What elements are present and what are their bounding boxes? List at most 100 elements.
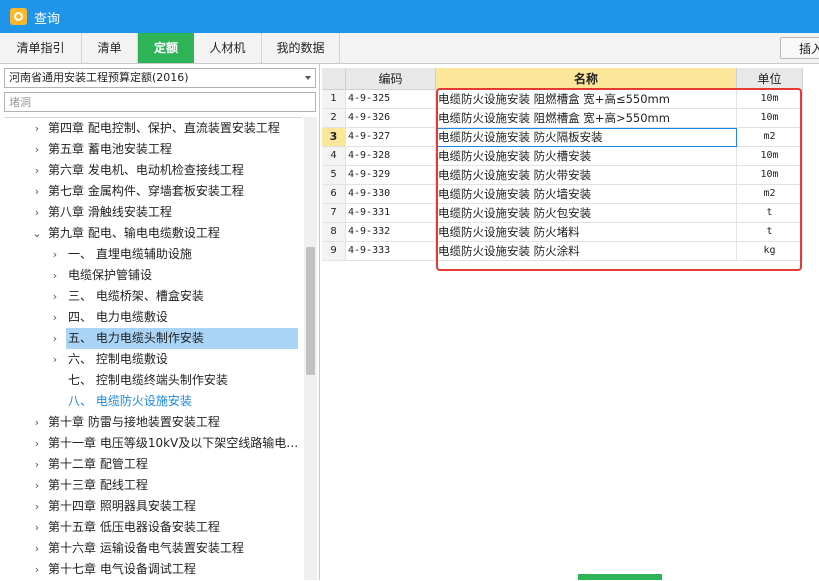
chevron-right-icon[interactable]: › bbox=[50, 307, 60, 328]
code-cell[interactable]: 4-9-327 bbox=[346, 128, 436, 147]
unit-cell[interactable]: t bbox=[737, 223, 803, 242]
row-number[interactable]: 2 bbox=[322, 109, 346, 128]
row-number[interactable]: 3 bbox=[322, 128, 346, 147]
tree-node[interactable]: › 一、 直埋电缆辅助设施 bbox=[4, 244, 302, 265]
chevron-right-icon[interactable]: › bbox=[32, 475, 42, 496]
row-number[interactable]: 8 bbox=[322, 223, 346, 242]
row-number[interactable]: 1 bbox=[322, 90, 346, 109]
unit-header[interactable]: 单位 bbox=[737, 68, 803, 90]
name-cell[interactable]: 电缆防火设施安装 防火涂料 bbox=[436, 242, 737, 261]
unit-cell[interactable]: 10m bbox=[737, 166, 803, 185]
tree-node[interactable]: › 电缆保护管铺设 bbox=[4, 265, 302, 286]
tree-node[interactable]: › 第八章 滑触线安装工程 bbox=[4, 202, 302, 223]
tree-node[interactable]: › 第十五章 低压电器设备安装工程 bbox=[4, 517, 302, 538]
tree-scrollbar[interactable] bbox=[304, 117, 317, 580]
chevron-right-icon[interactable]: › bbox=[32, 202, 42, 223]
table-row[interactable]: 6 4-9-330 电缆防火设施安装 防火墙安装 m2 bbox=[322, 185, 819, 204]
chevron-right-icon[interactable]: › bbox=[50, 244, 60, 265]
tab-3[interactable]: 定额 bbox=[138, 33, 194, 63]
scrollbar-thumb[interactable] bbox=[306, 247, 315, 375]
tab-2[interactable]: 清单 bbox=[82, 33, 138, 63]
tree-node[interactable]: › 三、 电缆桥架、槽盒安装 bbox=[4, 286, 302, 307]
tree-node[interactable]: › 第十四章 照明器具安装工程 bbox=[4, 496, 302, 517]
tree-node[interactable]: › 第十三章 配线工程 bbox=[4, 475, 302, 496]
unit-cell[interactable]: m2 bbox=[737, 185, 803, 204]
code-cell[interactable]: 4-9-331 bbox=[346, 204, 436, 223]
tab-4[interactable]: 人材机 bbox=[194, 33, 262, 63]
tree-node[interactable]: › 第十一章 电压等级10kV及以下架空线路输电… bbox=[4, 433, 302, 454]
tree-node[interactable]: › 四、 电力电缆敷设 bbox=[4, 307, 302, 328]
chevron-right-icon[interactable]: › bbox=[32, 139, 42, 160]
code-cell[interactable]: 4-9-330 bbox=[346, 185, 436, 204]
code-cell[interactable]: 4-9-329 bbox=[346, 166, 436, 185]
table-row[interactable]: 2 4-9-326 电缆防火设施安装 阻燃槽盒 宽+高>550mm 10m bbox=[322, 109, 819, 128]
code-cell[interactable]: 4-9-332 bbox=[346, 223, 436, 242]
code-cell[interactable]: 4-9-326 bbox=[346, 109, 436, 128]
table-row[interactable]: 5 4-9-329 电缆防火设施安装 防火带安装 10m bbox=[322, 166, 819, 185]
insert-button[interactable]: 插入 bbox=[780, 37, 819, 59]
unit-cell[interactable]: m2 bbox=[737, 128, 803, 147]
unit-cell[interactable]: kg bbox=[737, 242, 803, 261]
row-number[interactable]: 6 bbox=[322, 185, 346, 204]
tree-node[interactable]: › 第七章 金属构件、穿墙套板安装工程 bbox=[4, 181, 302, 202]
code-cell[interactable]: 4-9-328 bbox=[346, 147, 436, 166]
tree-node[interactable]: › 第十章 防雷与接地装置安装工程 bbox=[4, 412, 302, 433]
chevron-right-icon[interactable]: › bbox=[32, 496, 42, 517]
panel-resize-handle[interactable] bbox=[578, 574, 662, 580]
chevron-right-icon[interactable]: › bbox=[32, 118, 42, 139]
chevron-right-icon[interactable]: › bbox=[32, 160, 42, 181]
table-row[interactable]: 4 4-9-328 电缆防火设施安装 防火槽安装 10m bbox=[322, 147, 819, 166]
code-header[interactable]: 编码 bbox=[346, 68, 436, 90]
name-cell[interactable]: 电缆防火设施安装 阻燃槽盒 宽+高≤550mm bbox=[436, 90, 737, 109]
chevron-right-icon[interactable]: › bbox=[50, 328, 60, 349]
tree-node[interactable]: › 第四章 配电控制、保护、直流装置安装工程 bbox=[4, 118, 302, 139]
name-cell[interactable]: 电缆防火设施安装 防火包安装 bbox=[436, 204, 737, 223]
row-number[interactable]: 5 bbox=[322, 166, 346, 185]
table-row[interactable]: 1 4-9-325 电缆防火设施安装 阻燃槽盒 宽+高≤550mm 10m bbox=[322, 90, 819, 109]
quota-library-select[interactable]: 河南省通用安装工程预算定额(2016) bbox=[4, 68, 316, 88]
name-cell[interactable]: 电缆防火设施安装 防火隔板安装 bbox=[436, 128, 737, 147]
chevron-right-icon[interactable]: › bbox=[32, 181, 42, 202]
chevron-right-icon[interactable]: › bbox=[32, 538, 42, 559]
tree-node[interactable]: › 五、 电力电缆头制作安装 bbox=[4, 328, 302, 349]
name-cell[interactable]: 电缆防火设施安装 防火带安装 bbox=[436, 166, 737, 185]
tree-node[interactable]: 七、 控制电缆终端头制作安装 bbox=[4, 370, 302, 391]
chevron-down-icon[interactable]: ⌄ bbox=[32, 223, 42, 244]
chevron-right-icon[interactable]: › bbox=[32, 517, 42, 538]
name-cell[interactable]: 电缆防火设施安装 防火槽安装 bbox=[436, 147, 737, 166]
unit-cell[interactable]: 10m bbox=[737, 147, 803, 166]
chevron-right-icon[interactable]: › bbox=[32, 454, 42, 475]
tree-node[interactable]: › 第十二章 配管工程 bbox=[4, 454, 302, 475]
table-row[interactable]: 3 4-9-327 电缆防火设施安装 防火隔板安装 m2 bbox=[322, 128, 819, 147]
tree-node[interactable]: 八、 电缆防火设施安装 bbox=[4, 391, 302, 412]
unit-cell[interactable]: 10m bbox=[737, 109, 803, 128]
name-cell[interactable]: 电缆防火设施安装 防火堵料 bbox=[436, 223, 737, 242]
unit-cell[interactable]: t bbox=[737, 204, 803, 223]
table-row[interactable]: 8 4-9-332 电缆防火设施安装 防火堵料 t bbox=[322, 223, 819, 242]
chevron-right-icon[interactable]: › bbox=[50, 265, 60, 286]
tree-node[interactable]: › 第十七章 电气设备调试工程 bbox=[4, 559, 302, 580]
tree-node[interactable]: › 第十六章 运输设备电气装置安装工程 bbox=[4, 538, 302, 559]
table-row[interactable]: 7 4-9-331 电缆防火设施安装 防火包安装 t bbox=[322, 204, 819, 223]
chevron-right-icon[interactable]: › bbox=[50, 349, 60, 370]
tree-node[interactable]: › 第五章 蓄电池安装工程 bbox=[4, 139, 302, 160]
row-number[interactable]: 4 bbox=[322, 147, 346, 166]
row-number[interactable]: 7 bbox=[322, 204, 346, 223]
tree-node[interactable]: › 六、 控制电缆敷设 bbox=[4, 349, 302, 370]
row-number-header[interactable] bbox=[322, 68, 346, 90]
tab-5[interactable]: 我的数据 bbox=[262, 33, 340, 63]
tab-1[interactable]: 清单指引 bbox=[0, 33, 82, 63]
unit-cell[interactable]: 10m bbox=[737, 90, 803, 109]
code-cell[interactable]: 4-9-333 bbox=[346, 242, 436, 261]
name-cell[interactable]: 电缆防火设施安装 防火墙安装 bbox=[436, 185, 737, 204]
tree-node[interactable]: › 第六章 发电机、电动机检查接线工程 bbox=[4, 160, 302, 181]
chevron-right-icon[interactable]: › bbox=[32, 412, 42, 433]
search-input[interactable] bbox=[4, 92, 316, 112]
code-cell[interactable]: 4-9-325 bbox=[346, 90, 436, 109]
chevron-right-icon[interactable]: › bbox=[32, 433, 42, 454]
name-cell[interactable]: 电缆防火设施安装 阻燃槽盒 宽+高>550mm bbox=[436, 109, 737, 128]
chevron-right-icon[interactable]: › bbox=[50, 286, 60, 307]
name-header[interactable]: 名称 bbox=[436, 68, 737, 90]
row-number[interactable]: 9 bbox=[322, 242, 346, 261]
chevron-right-icon[interactable]: › bbox=[32, 559, 42, 580]
